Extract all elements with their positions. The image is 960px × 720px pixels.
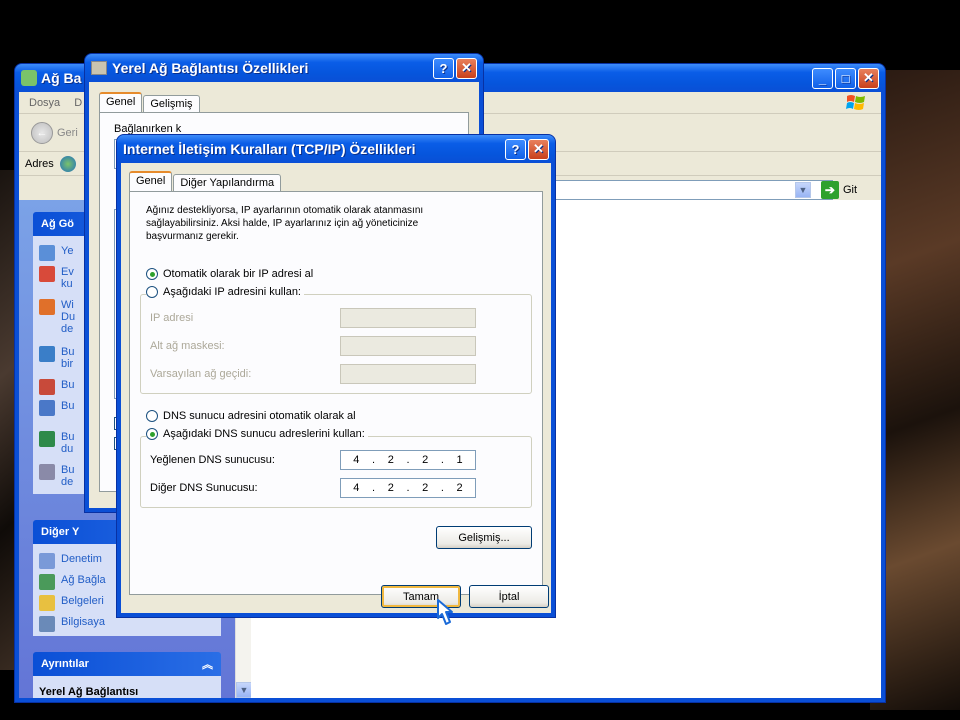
radio-ip-manual[interactable]: Aşağıdaki IP adresini kullan: bbox=[146, 286, 304, 298]
tab-advanced[interactable]: Gelişmiş bbox=[143, 95, 200, 112]
chevron-down-icon: ▼ bbox=[798, 185, 808, 195]
go-button[interactable]: ➔ Git bbox=[820, 181, 857, 199]
tab-alternate-config[interactable]: Diğer Yapılandırma bbox=[173, 174, 282, 191]
cancel-button[interactable]: İptal bbox=[469, 585, 549, 608]
network-places-icon bbox=[39, 574, 55, 590]
props-close-button[interactable]: ✕ bbox=[456, 57, 477, 79]
tab-general[interactable]: Genel bbox=[99, 92, 143, 112]
close-icon: ✕ bbox=[461, 60, 472, 75]
alternate-dns-field[interactable]: 4. 2. 2. 2 bbox=[340, 478, 476, 498]
subnet-mask-row: Alt ağ maskesi: bbox=[150, 336, 476, 356]
close-icon: ✕ bbox=[533, 141, 544, 156]
settings-icon bbox=[39, 464, 55, 480]
disable-icon bbox=[39, 346, 55, 362]
gateway-row: Varsayılan ağ geçidi: bbox=[150, 364, 476, 384]
radio-dns-auto[interactable]: DNS sunucu adresini otomatik olarak al bbox=[146, 410, 356, 422]
connection-icon bbox=[91, 61, 107, 75]
radio-ip-auto[interactable]: Otomatik olarak bir IP adresi al bbox=[146, 268, 313, 280]
go-arrow-icon: ➔ bbox=[820, 181, 839, 199]
alternate-dns-row: Diğer DNS Sunucusu: 4. 2. 2. 2 bbox=[150, 478, 476, 498]
help-icon: ? bbox=[439, 60, 448, 76]
tcpip-client: Genel Diğer Yapılandırma Ağınız destekli… bbox=[121, 163, 551, 613]
props-tabs: Genel Gelişmiş bbox=[99, 92, 469, 112]
tcpip-description: Ağınız destekliyorsa, IP ayarlarının oto… bbox=[146, 205, 424, 242]
pointer-cursor-icon bbox=[437, 599, 453, 625]
advanced-button[interactable]: Gelişmiş... bbox=[436, 526, 532, 549]
details-text: Yerel Ağ Bağlantısı bbox=[39, 686, 139, 698]
scroll-down-button[interactable]: ▼ bbox=[236, 682, 252, 698]
details-header[interactable]: Ayrıntılar ︽ bbox=[33, 652, 221, 676]
tcpip-properties-dialog: Internet İletişim Kuralları (TCP/IP) Öze… bbox=[116, 134, 556, 618]
tcpip-tabs: Genel Diğer Yapılandırma bbox=[129, 171, 543, 191]
radio-button bbox=[146, 410, 158, 422]
tcpip-title: Internet İletişim Kuralları (TCP/IP) Öze… bbox=[123, 141, 416, 157]
maximize-button[interactable]: □ bbox=[835, 67, 856, 89]
gateway-field[interactable] bbox=[340, 364, 476, 384]
network-tasks-title: Ağ Gö bbox=[41, 218, 74, 230]
preferred-dns-field[interactable]: 4. 2. 2. 1 bbox=[340, 450, 476, 470]
tcpip-help-button[interactable]: ? bbox=[505, 138, 526, 160]
tcpip-tab-page: Ağınız destekliyorsa, IP ayarlarının oto… bbox=[129, 191, 543, 595]
close-icon: ✕ bbox=[863, 70, 874, 85]
radio-dns-manual[interactable]: Aşağıdaki DNS sunucu adreslerini kullan: bbox=[146, 428, 368, 440]
back-arrow-icon: ← bbox=[31, 121, 53, 144]
ip-address-field[interactable] bbox=[340, 308, 476, 328]
close-button[interactable]: ✕ bbox=[858, 67, 879, 89]
minimize-icon: _ bbox=[818, 70, 827, 86]
tcpip-titlebar[interactable]: Internet İletişim Kuralları (TCP/IP) Öze… bbox=[117, 135, 555, 163]
props-title: Yerel Ağ Bağlantısı Özellikleri bbox=[112, 60, 309, 76]
control-panel-icon bbox=[39, 553, 55, 569]
go-label: Git bbox=[842, 184, 857, 196]
other-places-title: Diğer Y bbox=[41, 526, 80, 538]
address-label: Adres bbox=[25, 157, 54, 170]
details-body: Yerel Ağ Bağlantısı bbox=[33, 676, 221, 698]
radio-button-selected bbox=[146, 428, 158, 440]
radio-button-selected bbox=[146, 268, 158, 280]
network-icon bbox=[21, 70, 37, 86]
subnet-mask-field[interactable] bbox=[340, 336, 476, 356]
rename-icon bbox=[39, 400, 55, 416]
tab-general[interactable]: Genel bbox=[129, 171, 173, 191]
status-icon bbox=[39, 431, 55, 447]
back-label: Geri bbox=[57, 126, 78, 139]
wizard-icon bbox=[39, 266, 55, 282]
tcpip-close-button[interactable]: ✕ bbox=[528, 138, 549, 160]
computer-icon bbox=[39, 616, 55, 632]
windows-logo-icon bbox=[846, 95, 865, 110]
maximize-icon: □ bbox=[841, 70, 850, 86]
ip-address-row: IP adresi bbox=[150, 308, 476, 328]
place-item[interactable]: Bilgisaya bbox=[39, 616, 215, 634]
repair-icon bbox=[39, 379, 55, 395]
minimize-button[interactable]: _ bbox=[812, 67, 833, 89]
help-icon: ? bbox=[511, 141, 520, 157]
wireless-icon bbox=[39, 299, 55, 315]
menu-edit[interactable]: D bbox=[74, 97, 82, 109]
chevron-down-icon: ▼ bbox=[239, 685, 249, 695]
collapse-icon: ︽ bbox=[202, 659, 213, 671]
back-button[interactable]: ← Geri bbox=[31, 121, 78, 144]
network-icon bbox=[39, 245, 55, 261]
documents-icon bbox=[39, 595, 55, 611]
help-button[interactable]: ? bbox=[433, 57, 454, 79]
preferred-dns-row: Yeğlenen DNS sunucusu: 4. 2. 2. 1 bbox=[150, 450, 476, 470]
address-globe-icon bbox=[59, 155, 76, 172]
radio-button bbox=[146, 286, 158, 298]
menu-file[interactable]: Dosya bbox=[29, 97, 60, 109]
address-dropdown-button[interactable]: ▼ bbox=[795, 182, 811, 198]
props-titlebar[interactable]: Yerel Ağ Bağlantısı Özellikleri ? ✕ bbox=[85, 54, 483, 82]
details-title: Ayrıntılar bbox=[41, 658, 89, 670]
